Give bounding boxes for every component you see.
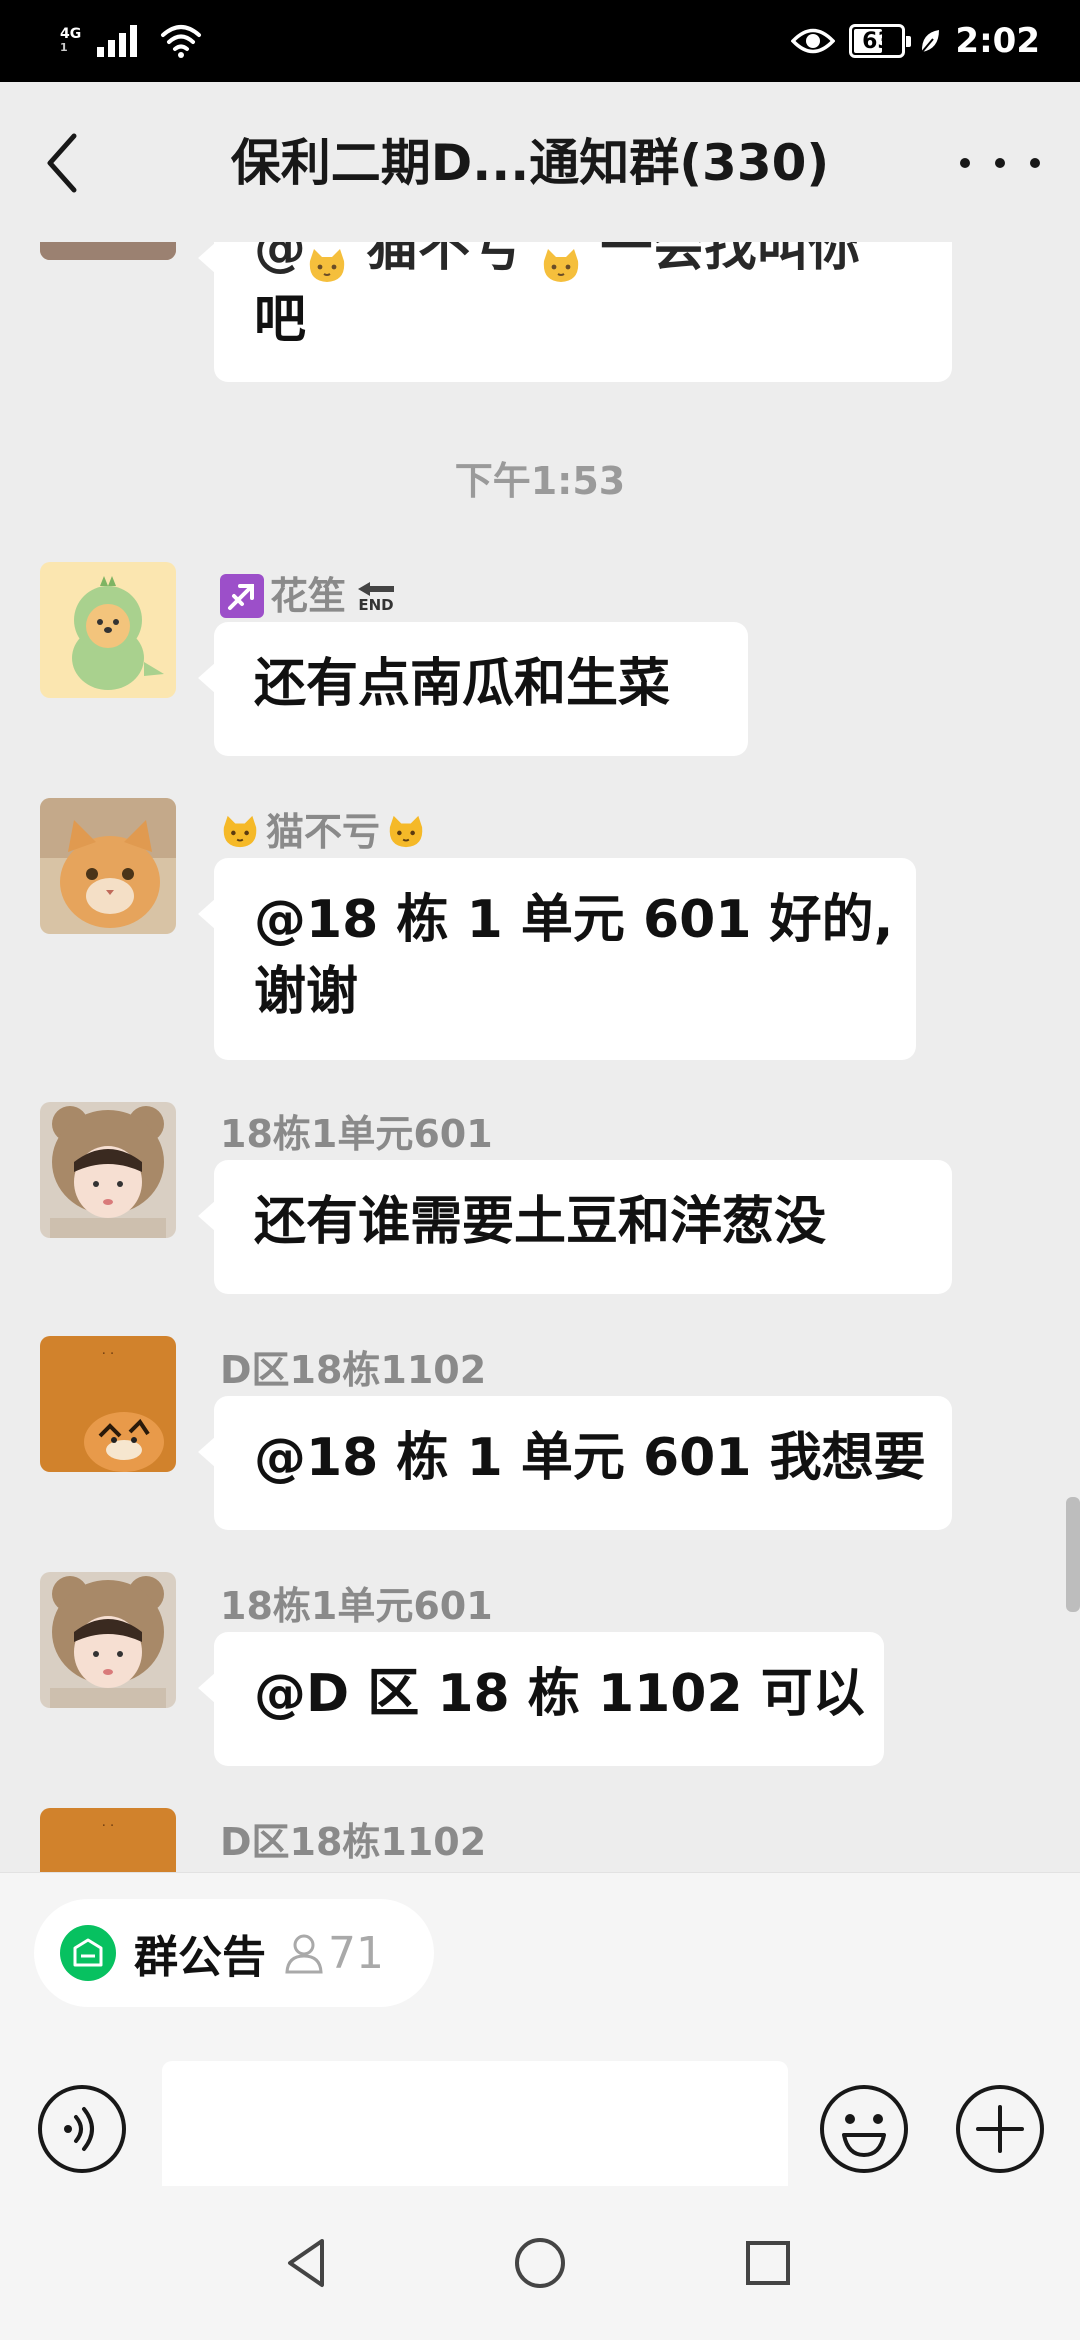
group-notice-chip[interactable]: 群公告 71	[34, 1899, 434, 2007]
nav-home-button[interactable]	[508, 2231, 572, 2295]
sender-name: D区18栋1102	[220, 1344, 486, 1396]
message-text-line-1: @18 栋 1 单元 601 好的,	[254, 890, 894, 950]
status-time: 2:02	[955, 21, 1040, 61]
group-notice-label: 群公告	[134, 1932, 266, 1983]
avatar-18-1-601[interactable]	[40, 1102, 176, 1238]
partial-name: 猫不亏	[348, 242, 541, 278]
person-icon	[285, 1934, 323, 1974]
tiger-avatar: · ·	[40, 1808, 176, 1872]
input-panel: 群公告 71	[0, 1872, 1080, 2197]
network-indicator: 4G 1	[60, 27, 81, 55]
sender-name-text: 18栋1单元601	[220, 1112, 493, 1156]
more-button[interactable]	[960, 138, 1040, 188]
partial-prefix: @	[254, 242, 306, 278]
chat-header: 保利二期D...通知群(330)	[0, 82, 1080, 242]
status-bar: 4G 1 63 2:02	[0, 0, 1080, 82]
message-text: @18 栋 1 单元 601 我想要	[254, 1428, 926, 1488]
avatar-18-1-601[interactable]	[40, 1572, 176, 1708]
more-dots-icon	[960, 158, 970, 168]
message-text: 还有谁需要土豆和洋葱没	[254, 1192, 827, 1252]
sender-name: D区18栋1102	[220, 1816, 486, 1868]
message-bubble-partial[interactable]: @ 猫不亏 一会找叫你 吧	[198, 242, 952, 382]
girl-bear-hat-avatar	[40, 1572, 176, 1708]
message-bubble[interactable]: @D 区 18 栋 1102 可以	[198, 1632, 884, 1766]
signal-icon	[97, 25, 138, 57]
nav-home-icon	[515, 2238, 565, 2288]
back-button[interactable]	[40, 128, 90, 198]
notice-read-count: 71	[284, 1928, 384, 1979]
sender-name-text: 猫不亏	[266, 810, 381, 854]
sender-name-text: D区18栋1102	[220, 1348, 487, 1392]
message-text: 还有点南瓜和生菜	[254, 654, 671, 714]
sender-name-text: 花笙	[270, 574, 347, 618]
plus-icon	[956, 2085, 1044, 2173]
sender-name: 18栋1单元601	[220, 1108, 493, 1160]
scrollbar-thumb[interactable]	[1066, 1497, 1080, 1612]
chat-message-list[interactable]: @ 猫不亏 一会找叫你 吧 下午1:53 花笙 END 还有点南瓜和生菜 猫不亏…	[0, 242, 1080, 1872]
tiger-avatar: · ·	[40, 1336, 176, 1472]
cat-emoji-icon	[540, 242, 582, 282]
message-input[interactable]	[162, 2061, 788, 2197]
message-text-line-2: 谢谢	[254, 962, 359, 1022]
end-label: END	[358, 595, 394, 614]
message-bubble[interactable]: 还有谁需要土豆和洋葱没	[198, 1160, 952, 1294]
status-left: 4G 1	[60, 18, 203, 64]
emoji-icon	[820, 2085, 908, 2173]
battery-icon: 63	[849, 24, 912, 58]
svg-text:· ·: · ·	[102, 1819, 114, 1834]
end-arrow-emoji: END	[356, 580, 396, 613]
nav-recents-button[interactable]	[736, 2231, 800, 2295]
emoji-button[interactable]	[818, 2083, 910, 2175]
back-arrow-icon	[47, 133, 77, 193]
green-dino-dog-avatar	[40, 562, 176, 698]
message-bubble[interactable]: 还有点南瓜和生菜	[198, 622, 748, 756]
chat-title: 保利二期D...通知群(330)	[230, 134, 830, 192]
network-type-label: 4G	[60, 26, 82, 42]
girl-bear-hat-avatar	[40, 1102, 176, 1238]
avatar-d-18-1102[interactable]: · ·	[40, 1808, 176, 1872]
cat-emoji	[389, 815, 423, 848]
system-nav-bar	[0, 2186, 1080, 2340]
sender-name: 花笙 END	[220, 570, 396, 622]
avatar-huasheng[interactable]	[40, 562, 176, 698]
cat-emoji	[223, 815, 257, 848]
orange-cat-avatar	[40, 798, 176, 934]
network-sim-label: 1	[60, 41, 68, 54]
voice-icon	[38, 2085, 126, 2173]
notice-count-text: 71	[328, 1927, 384, 1979]
sender-name-text: D区18栋1102	[220, 1820, 487, 1864]
message-bubble[interactable]: @18 栋 1 单元 601 好的, 谢谢	[198, 858, 916, 1060]
sender-name: 18栋1单元601	[220, 1580, 493, 1632]
eye-icon	[791, 28, 836, 54]
avatar-partial[interactable]	[40, 242, 176, 260]
nav-back-icon	[288, 2239, 324, 2287]
battery-percent: 63	[862, 28, 893, 54]
more-dot	[995, 158, 1005, 168]
sender-name-text: 18栋1单元601	[220, 1584, 493, 1628]
more-dot	[1030, 158, 1040, 168]
nav-recents-icon	[746, 2241, 790, 2285]
avatar-maobukui[interactable]	[40, 798, 176, 934]
sagittarius-emoji	[220, 574, 264, 618]
partial-line-1: @ 猫不亏 一会找叫你	[254, 242, 912, 284]
more-functions-button[interactable]	[954, 2083, 1046, 2175]
nav-back-button[interactable]	[276, 2231, 340, 2295]
voice-input-button[interactable]	[36, 2083, 128, 2175]
svg-text:· ·: · ·	[102, 1347, 114, 1362]
message-timestamp: 下午1:53	[454, 459, 626, 503]
wifi-icon	[161, 25, 202, 58]
cat-emoji-icon	[306, 242, 348, 282]
sender-name: 猫不亏	[220, 806, 426, 858]
avatar-d-18-1102[interactable]: · ·	[40, 1336, 176, 1472]
notice-icon	[60, 1925, 116, 1981]
message-bubble[interactable]: @18 栋 1 单元 601 我想要	[198, 1396, 952, 1530]
leaf-icon	[921, 30, 940, 53]
status-right: 63 2:02	[791, 14, 1040, 68]
message-text: @D 区 18 栋 1102 可以	[254, 1664, 865, 1724]
partial-line-2: 吧	[254, 290, 307, 350]
partial-suffix: 一会找叫你	[582, 242, 861, 278]
